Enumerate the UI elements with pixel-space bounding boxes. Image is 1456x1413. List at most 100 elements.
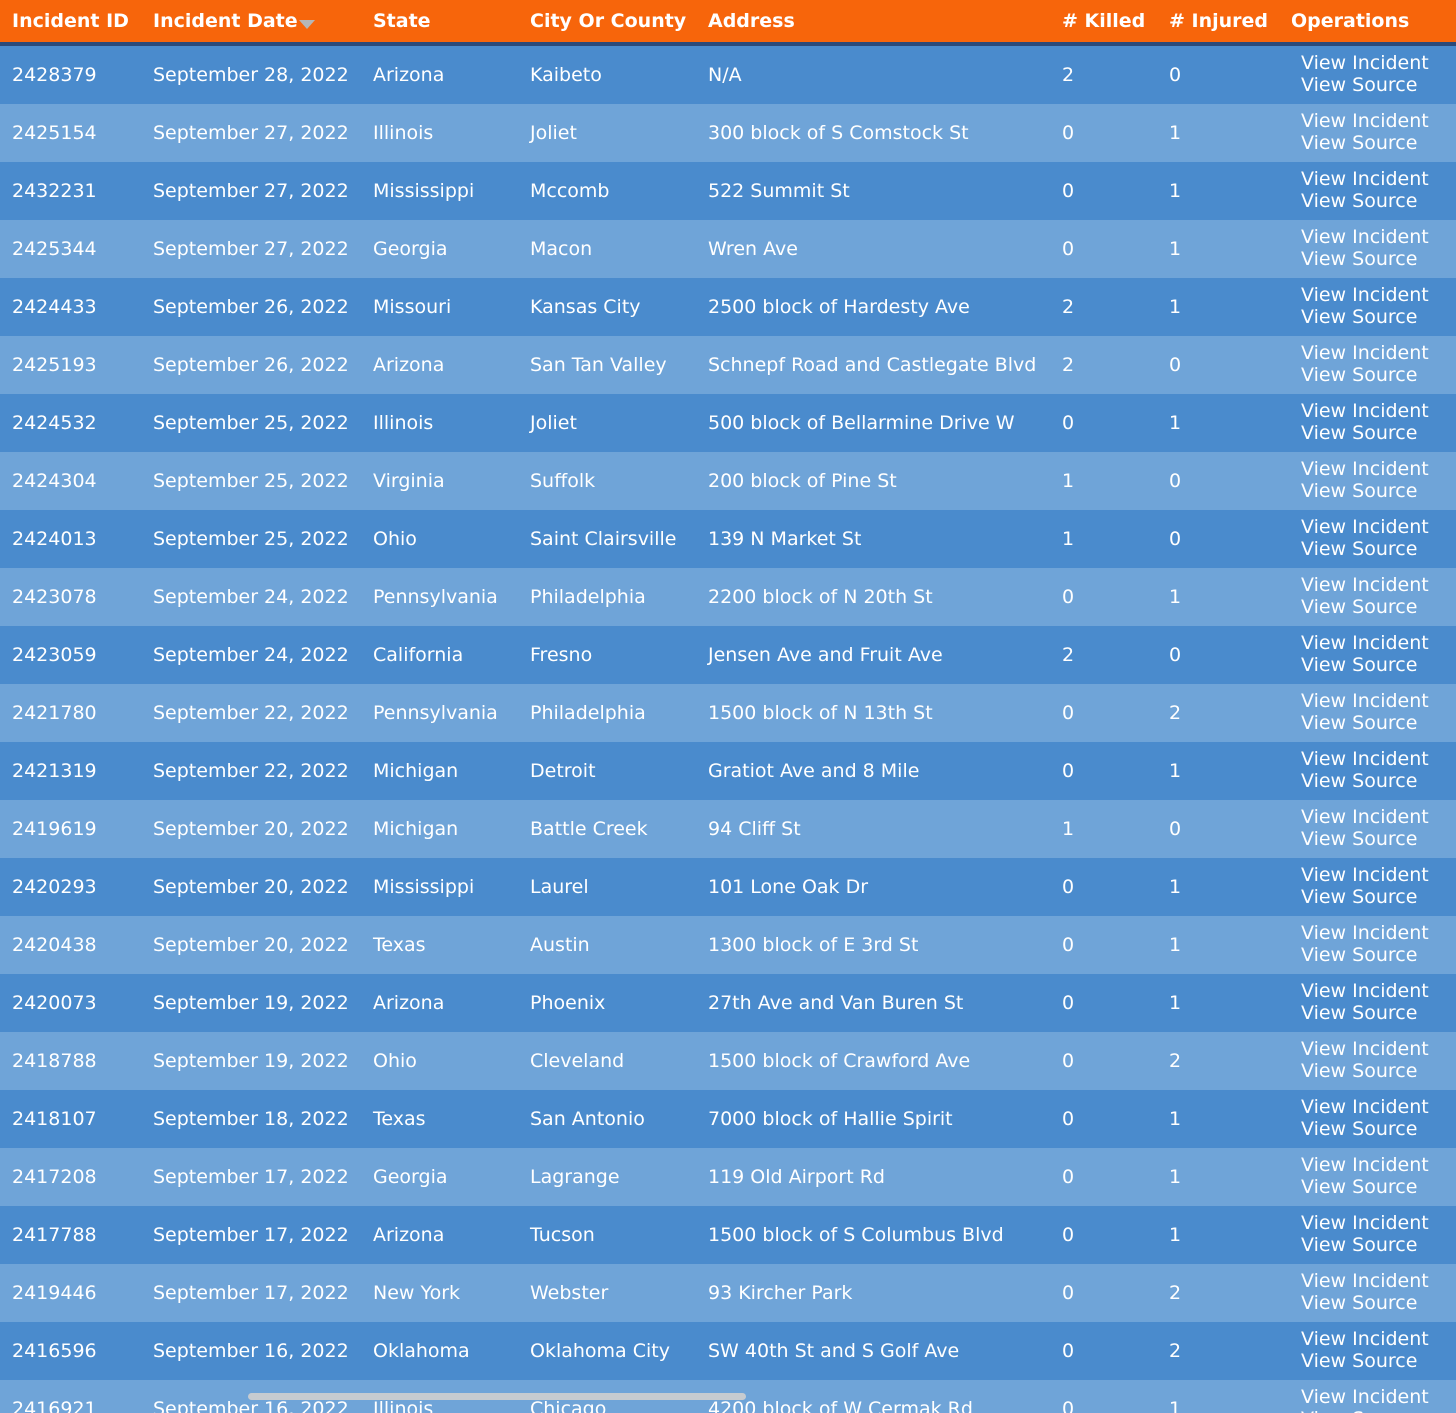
- view-source-link[interactable]: View Source: [1301, 828, 1429, 850]
- table-row: 2419446 September 17, 2022 New York Webster…: [0, 1264, 1456, 1322]
- view-source-link[interactable]: View Source: [1301, 306, 1429, 328]
- view-incident-link[interactable]: View Incident: [1301, 342, 1429, 364]
- operations-cell: View IncidentView Source: [1301, 690, 1429, 734]
- column-header-label: # Killed: [1062, 10, 1146, 32]
- view-incident-link[interactable]: View Incident: [1301, 574, 1429, 596]
- view-source-link[interactable]: View Source: [1301, 1234, 1429, 1256]
- cell-incident-date: September 26, 2022: [153, 354, 349, 376]
- table-row: 2418788 September 19, 2022 Ohio Cleveland 15…: [0, 1032, 1456, 1090]
- cell-state: Virginia: [373, 470, 445, 492]
- view-source-link[interactable]: View Source: [1301, 132, 1429, 154]
- view-incident-link[interactable]: View Incident: [1301, 980, 1429, 1002]
- view-source-link[interactable]: View Source: [1301, 654, 1429, 676]
- view-incident-link[interactable]: View Incident: [1301, 806, 1429, 828]
- column-header-incident-id[interactable]: Incident ID: [12, 0, 129, 42]
- view-source-link[interactable]: View Source: [1301, 422, 1429, 444]
- view-incident-link[interactable]: View Incident: [1301, 110, 1429, 132]
- view-incident-link[interactable]: View Incident: [1301, 458, 1429, 480]
- cell-city-or-county: Fresno: [530, 644, 593, 666]
- view-source-link[interactable]: View Source: [1301, 248, 1429, 270]
- table-row: 2424433 September 26, 2022 Missouri Kansas …: [0, 278, 1456, 336]
- cell-city-or-county: Macon: [530, 238, 593, 260]
- view-incident-link[interactable]: View Incident: [1301, 1154, 1429, 1176]
- cell-injured: 0: [1169, 644, 1182, 666]
- view-source-link[interactable]: View Source: [1301, 1292, 1429, 1314]
- column-header-killed[interactable]: # Killed: [1062, 0, 1145, 42]
- view-source-link[interactable]: View Source: [1301, 1350, 1429, 1372]
- cell-injured: 2: [1169, 1282, 1182, 1304]
- cell-killed: 0: [1062, 1108, 1075, 1130]
- view-source-link[interactable]: View Source: [1301, 1118, 1429, 1140]
- cell-city-or-county: Philadelphia: [530, 586, 646, 608]
- view-incident-link[interactable]: View Incident: [1301, 52, 1429, 74]
- cell-state: Illinois: [373, 122, 434, 144]
- view-source-link[interactable]: View Source: [1301, 538, 1429, 560]
- cell-killed: 2: [1062, 644, 1075, 666]
- view-incident-link[interactable]: View Incident: [1301, 748, 1429, 770]
- cell-incident-date: September 28, 2022: [153, 64, 349, 86]
- column-header-city-or-county[interactable]: City Or County: [530, 0, 686, 42]
- cell-state: Georgia: [373, 238, 448, 260]
- view-source-link[interactable]: View Source: [1301, 712, 1429, 734]
- view-incident-link[interactable]: View Incident: [1301, 1038, 1429, 1060]
- cell-injured: 2: [1169, 1050, 1182, 1072]
- cell-injured: 1: [1169, 586, 1182, 608]
- view-incident-link[interactable]: View Incident: [1301, 168, 1429, 190]
- view-source-link[interactable]: View Source: [1301, 190, 1429, 212]
- view-source-link[interactable]: View Source: [1301, 480, 1429, 502]
- view-incident-link[interactable]: View Incident: [1301, 1096, 1429, 1118]
- cell-incident-date: September 22, 2022: [153, 702, 349, 724]
- cell-incident-date: September 22, 2022: [153, 760, 349, 782]
- horizontal-scrollbar[interactable]: [248, 1393, 746, 1400]
- view-incident-link[interactable]: View Incident: [1301, 1386, 1429, 1408]
- table-row: 2424532 September 25, 2022 Illinois Joliet 5…: [0, 394, 1456, 452]
- operations-cell: View IncidentView Source: [1301, 284, 1429, 328]
- view-incident-link[interactable]: View Incident: [1301, 864, 1429, 886]
- view-source-link[interactable]: View Source: [1301, 886, 1429, 908]
- cell-city-or-county: Joliet: [530, 412, 577, 434]
- cell-address: 4200 block of W Cermak Rd: [708, 1398, 973, 1413]
- cell-state: Pennsylvania: [373, 702, 498, 724]
- view-incident-link[interactable]: View Incident: [1301, 400, 1429, 422]
- view-incident-link[interactable]: View Incident: [1301, 690, 1429, 712]
- cell-address: 522 Summit St: [708, 180, 850, 202]
- cell-city-or-county: San Antonio: [530, 1108, 645, 1130]
- view-incident-link[interactable]: View Incident: [1301, 284, 1429, 306]
- operations-cell: View IncidentView Source: [1301, 516, 1429, 560]
- view-incident-link[interactable]: View Incident: [1301, 1212, 1429, 1234]
- view-incident-link[interactable]: View Incident: [1301, 1270, 1429, 1292]
- cell-incident-id: 2424013: [12, 528, 97, 550]
- cell-city-or-county: Webster: [530, 1282, 609, 1304]
- view-incident-link[interactable]: View Incident: [1301, 922, 1429, 944]
- view-source-link[interactable]: View Source: [1301, 74, 1429, 96]
- view-source-link[interactable]: View Source: [1301, 944, 1429, 966]
- column-header-incident-date[interactable]: Incident Date: [153, 0, 315, 42]
- view-source-link[interactable]: View Source: [1301, 1060, 1429, 1082]
- view-source-link[interactable]: View Source: [1301, 596, 1429, 618]
- view-incident-link[interactable]: View Incident: [1301, 1328, 1429, 1350]
- view-source-link[interactable]: View Source: [1301, 1002, 1429, 1024]
- cell-state: Mississippi: [373, 180, 475, 202]
- table-row: 2432231 September 27, 2022 Mississippi Mcco…: [0, 162, 1456, 220]
- column-header-state[interactable]: State: [373, 0, 431, 42]
- view-source-link[interactable]: View Source: [1301, 364, 1429, 386]
- cell-incident-date: September 19, 2022: [153, 1050, 349, 1072]
- cell-state: Michigan: [373, 760, 459, 782]
- view-incident-link[interactable]: View Incident: [1301, 226, 1429, 248]
- cell-injured: 1: [1169, 1108, 1182, 1130]
- operations-cell: View IncidentView Source: [1301, 1154, 1429, 1198]
- view-source-link[interactable]: View Source: [1301, 1176, 1429, 1198]
- sort-descending-icon: [298, 20, 315, 29]
- column-header-injured[interactable]: # Injured: [1169, 0, 1268, 42]
- column-header-label: City Or County: [530, 10, 687, 32]
- view-source-link[interactable]: View Source: [1301, 1408, 1429, 1413]
- column-header-address[interactable]: Address: [708, 0, 795, 42]
- cell-incident-id: 2428379: [12, 64, 97, 86]
- cell-address: 2500 block of Hardesty Ave: [708, 296, 970, 318]
- cell-incident-date: September 18, 2022: [153, 1108, 349, 1130]
- operations-cell: View IncidentView Source: [1301, 980, 1429, 1024]
- cell-incident-id: 2417788: [12, 1224, 97, 1246]
- view-source-link[interactable]: View Source: [1301, 770, 1429, 792]
- view-incident-link[interactable]: View Incident: [1301, 632, 1429, 654]
- view-incident-link[interactable]: View Incident: [1301, 516, 1429, 538]
